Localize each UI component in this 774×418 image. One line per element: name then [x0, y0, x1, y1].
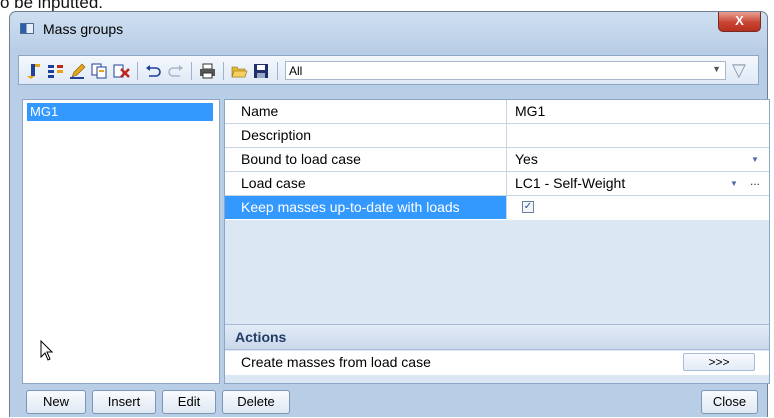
property-row[interactable]: Keep masses up-to-date with loads ✓	[225, 196, 769, 220]
funnel-icon[interactable]: ▽	[732, 60, 746, 81]
property-name: Bound to load case	[225, 148, 507, 171]
edit-button[interactable]: Edit	[162, 390, 216, 414]
mass-group-list[interactable]: MG1	[22, 99, 220, 384]
action-row: Create masses from load case >>>	[225, 351, 769, 375]
toolbar: All ▼ ▽	[18, 55, 759, 85]
property-name: Name	[225, 100, 507, 123]
toolbar-separator	[191, 62, 192, 80]
new-icon[interactable]	[25, 63, 42, 79]
close-window-button[interactable]: X	[718, 12, 761, 32]
delete-icon[interactable]	[113, 63, 130, 79]
action-label: Create masses from load case	[241, 354, 431, 370]
insert-button[interactable]: Insert	[92, 390, 156, 414]
edit-icon[interactable]	[69, 63, 86, 79]
property-value[interactable]: Yes	[515, 148, 538, 171]
save-icon[interactable]	[253, 63, 270, 79]
mass-groups-window: Mass groups X All ▼ ▽ MG1 Name MG1 Descr…	[9, 11, 770, 418]
property-value[interactable]: LC1 - Self-Weight	[515, 172, 625, 195]
property-row[interactable]: Load case LC1 - Self-Weight ▼ ...	[225, 172, 769, 196]
filter-value: All	[289, 64, 303, 78]
button-bar: New Insert Edit Delete Close	[18, 388, 761, 418]
list-item[interactable]: MG1	[27, 103, 213, 121]
property-value[interactable]: MG1	[515, 100, 545, 123]
properties-panel: Name MG1 Description Bound to load case …	[224, 99, 770, 384]
property-name: Keep masses up-to-date with loads	[225, 196, 507, 219]
toolbar-separator	[137, 62, 138, 80]
property-row[interactable]: Name MG1	[225, 100, 769, 124]
mouse-cursor-icon	[40, 340, 54, 361]
new-button[interactable]: New	[26, 390, 86, 414]
print-icon[interactable]	[199, 63, 216, 79]
delete-button[interactable]: Delete	[222, 390, 290, 414]
property-name: Load case	[225, 172, 507, 195]
undo-icon[interactable]	[145, 63, 162, 79]
insert-icon[interactable]	[47, 63, 64, 79]
close-button[interactable]: Close	[701, 390, 758, 414]
title-bar[interactable]: Mass groups X	[10, 12, 767, 46]
property-row[interactable]: Bound to load case Yes ▼	[225, 148, 769, 172]
actions-header: Actions	[225, 324, 769, 350]
copy-icon[interactable]	[91, 63, 108, 79]
app-icon	[20, 23, 34, 34]
actions-header-label: Actions	[235, 329, 287, 345]
open-icon[interactable]	[231, 63, 248, 79]
window-title: Mass groups	[43, 21, 124, 37]
chevron-down-icon[interactable]: ▼	[712, 64, 721, 74]
property-row[interactable]: Description	[225, 124, 769, 148]
chevron-down-icon[interactable]: ▼	[730, 179, 738, 188]
run-action-button[interactable]: >>>	[683, 353, 755, 371]
keep-masses-checkbox[interactable]: ✓	[522, 201, 534, 213]
filter-combo[interactable]: All ▼	[285, 61, 726, 80]
toolbar-separator	[277, 62, 278, 80]
toolbar-separator	[223, 62, 224, 80]
redo-icon[interactable]	[167, 63, 184, 79]
property-name: Description	[225, 124, 507, 147]
chevron-down-icon[interactable]: ▼	[751, 155, 759, 164]
ellipsis-button[interactable]: ...	[750, 174, 760, 188]
